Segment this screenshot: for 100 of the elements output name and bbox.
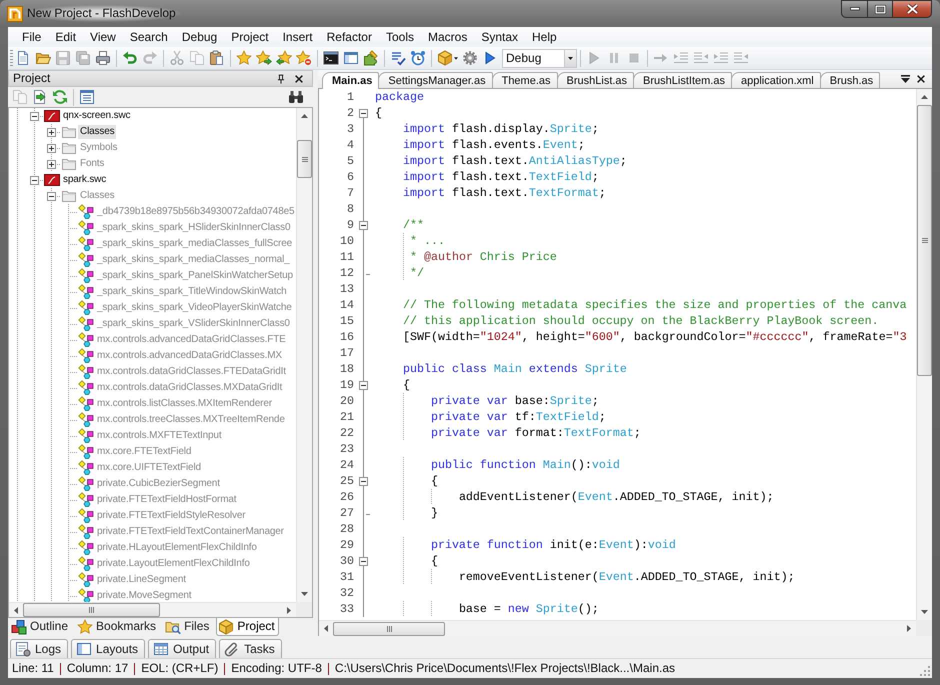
scroll-thumb[interactable] — [23, 603, 160, 617]
fold-toggle[interactable] — [359, 108, 368, 118]
fold-toggle[interactable] — [359, 556, 368, 566]
star-delete-icon[interactable] — [296, 50, 312, 66]
arrow-up-icon[interactable] — [921, 95, 928, 99]
menu-item[interactable]: Insert — [276, 28, 320, 46]
fold-toggle[interactable] — [359, 220, 368, 230]
panel-title: Project — [13, 71, 50, 86]
horizontal-scrollbar[interactable] — [319, 620, 916, 636]
configuration-dropdown[interactable]: Debug — [502, 48, 577, 68]
pin-icon[interactable] — [276, 74, 286, 84]
undo-icon[interactable] — [122, 50, 138, 66]
maximize-button[interactable] — [867, 0, 892, 18]
minimize-button[interactable] — [841, 0, 867, 18]
menu-item[interactable]: Macros — [420, 28, 474, 46]
scroll-thumb[interactable] — [333, 622, 445, 636]
close-icon[interactable] — [294, 74, 304, 84]
document-icon[interactable] — [15, 50, 31, 66]
fold-toggle[interactable] — [359, 380, 368, 390]
tree-toggle[interactable] — [30, 112, 39, 120]
close-icon[interactable] — [916, 74, 926, 84]
code-line: /** — [402, 218, 424, 232]
table-icon — [153, 641, 170, 657]
terminal-icon[interactable] — [323, 50, 339, 66]
folder-icon — [61, 156, 77, 172]
panel-tab[interactable]: Bookmarks — [75, 618, 160, 636]
arrow-up-icon[interactable] — [301, 114, 308, 118]
menu-item[interactable]: Search — [122, 28, 175, 46]
tree-toggle[interactable] — [47, 160, 56, 168]
editor-tab[interactable]: Main.as — [322, 72, 380, 89]
clipboard-icon[interactable] — [209, 50, 225, 66]
tree-toggle[interactable] — [47, 192, 56, 200]
menu-item[interactable]: Edit — [48, 28, 84, 46]
code-line: private function init(e:Event):void — [430, 538, 676, 552]
menu-item[interactable]: Tools — [378, 28, 421, 46]
vertical-scrollbar[interactable] — [296, 108, 312, 602]
dropdown-icon[interactable] — [901, 75, 910, 83]
arrow-left-icon[interactable] — [324, 625, 328, 632]
panel-tab[interactable]: Outline — [9, 618, 72, 636]
menu-item[interactable]: Debug — [174, 28, 224, 46]
menu-item[interactable]: View — [83, 28, 123, 46]
panel-tab[interactable]: Logs — [10, 639, 68, 658]
arrow-left-icon[interactable] — [14, 606, 18, 614]
arrow-right-icon[interactable] — [287, 606, 291, 614]
editor-tab[interactable]: Brush.as — [820, 72, 880, 88]
arrow-right-icon[interactable] — [907, 625, 911, 632]
tree-item[interactable]: qnx-screen.swc — [61, 109, 132, 123]
scroll-thumb[interactable] — [917, 105, 932, 376]
status-text: EOL: (CR+LF) — [141, 661, 218, 676]
tree-toggle[interactable] — [47, 128, 56, 136]
panel-tab[interactable]: Output — [148, 639, 216, 658]
tree-toggle[interactable] — [30, 176, 39, 184]
list-icon[interactable] — [79, 89, 95, 105]
editor-tab[interactable]: SettingsManager.as — [378, 72, 493, 88]
tree-item[interactable]: spark.swc — [61, 173, 108, 187]
editor-tab[interactable]: application.xml — [730, 72, 821, 88]
caret-icon — [568, 56, 573, 60]
binoculars-icon[interactable] — [288, 89, 304, 105]
tree-item[interactable]: Symbols — [78, 141, 118, 155]
scroll-thumb[interactable] — [297, 140, 312, 178]
tree-item[interactable]: _spark_skins_spark_TitleWindowSkinWatch — [95, 285, 288, 299]
checklist-icon[interactable] — [390, 50, 406, 66]
fold-toggle[interactable] — [359, 476, 368, 486]
tree-toggle[interactable] — [47, 144, 56, 152]
menu-item[interactable]: Project — [224, 28, 276, 46]
alarm-clock-icon[interactable] — [410, 50, 426, 66]
horizontal-scrollbar[interactable] — [9, 602, 296, 617]
arrow-down-icon[interactable] — [921, 610, 928, 614]
refresh-icon[interactable] — [52, 89, 68, 105]
star-left-arrow-icon[interactable] — [276, 50, 292, 66]
menu-item[interactable]: Help — [525, 28, 564, 46]
shapes-icon — [78, 236, 94, 252]
menu-item[interactable]: File — [15, 28, 48, 46]
shapes-icon — [78, 252, 94, 268]
document-arrow-icon[interactable] — [32, 89, 48, 105]
star-icon[interactable] — [236, 50, 252, 66]
vertical-scrollbar[interactable] — [916, 89, 932, 620]
tree-item[interactable]: Fonts — [78, 157, 106, 171]
panel-tab[interactable]: Layouts — [71, 639, 146, 658]
printer-icon[interactable] — [95, 50, 111, 66]
tree-item[interactable]: _spark_skins_spark_PanelSkinWatcherSetup — [95, 269, 294, 283]
code-line: // The following metadata specifies the size and properties of the canva — [402, 298, 907, 312]
tree-item[interactable]: Classes — [78, 125, 116, 139]
star-right-arrow-icon[interactable] — [256, 50, 272, 66]
arrow-down-icon[interactable] — [301, 592, 308, 596]
panel-tab[interactable]: Tasks — [219, 639, 282, 658]
puzzle-icon[interactable] — [363, 50, 379, 66]
package-dropdown[interactable] — [437, 50, 458, 66]
resize-grip-icon[interactable] — [920, 666, 930, 676]
settings-icon[interactable] — [462, 50, 478, 66]
panel-tab[interactable]: Files — [163, 618, 214, 636]
folder-icon[interactable] — [35, 50, 51, 66]
menu-item[interactable]: Refactor — [320, 28, 379, 46]
code-line: removeEventListener(Event.ADDED_TO_STAGE, init); — [458, 570, 795, 584]
close-button[interactable] — [892, 0, 932, 18]
menu-item[interactable]: Syntax — [474, 28, 526, 46]
panel-tab[interactable]: Project — [216, 618, 279, 636]
window-icon[interactable] — [343, 50, 359, 66]
folder-icon — [61, 124, 77, 140]
line-number: 27 — [339, 506, 355, 520]
